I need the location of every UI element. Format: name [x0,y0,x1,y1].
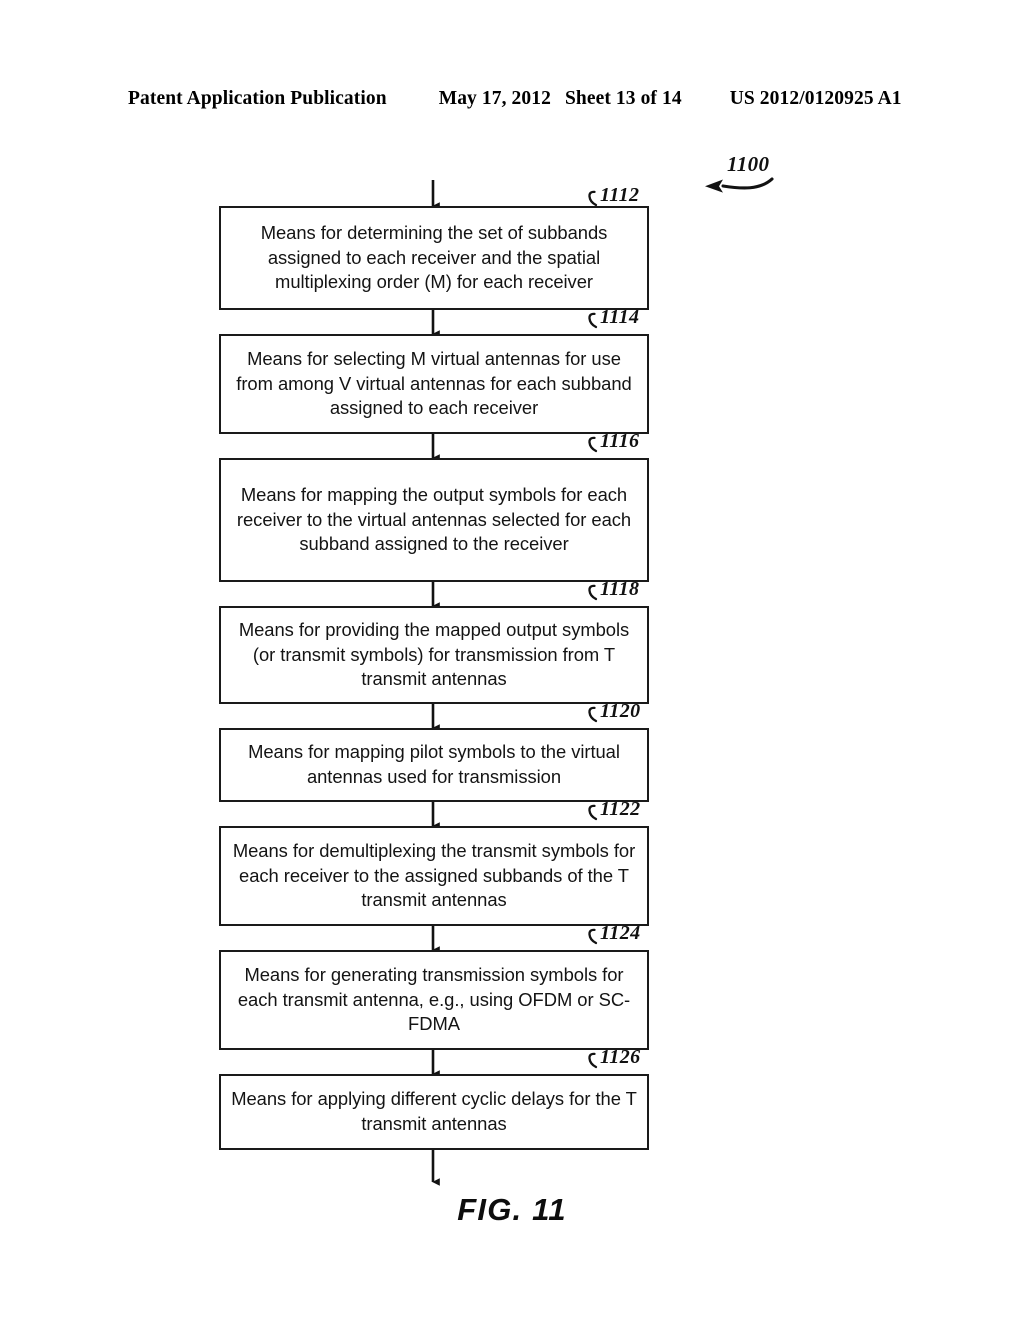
flow-step-1120[interactable]: Means for mapping pilot symbols to the v… [219,728,649,802]
flow-step-1124[interactable]: Means for generating transmission symbol… [219,950,649,1050]
ref-numeral-1118: 1118 [600,578,640,600]
flow-step-1114[interactable]: Means for selecting M virtual antennas f… [219,334,649,434]
flowchart-1100: Means for determining the set of subband… [0,0,1024,1320]
ref-numeral-1116: 1116 [600,430,640,452]
flow-step-1126-text: Means for applying different cyclic dela… [231,1088,637,1134]
flow-step-1124-text: Means for generating transmission symbol… [237,964,631,1035]
flow-step-1118[interactable]: Means for providing the mapped output sy… [219,606,649,704]
ref-numeral-1124: 1124 [600,922,641,944]
figure-reference-leader [705,177,774,193]
flow-step-1120-text: Means for mapping pilot symbols to the v… [248,741,620,787]
flow-step-1116-text: Means for mapping the output symbols for… [236,484,632,555]
ref-numeral-1114: 1114 [600,306,640,328]
flow-step-1116[interactable]: Means for mapping the output symbols for… [219,458,649,582]
flow-step-1112[interactable]: Means for determining the set of subband… [219,206,649,310]
ref-numeral-1122: 1122 [600,798,641,820]
figure-caption: FIG. 11 [457,1192,567,1227]
flow-step-1112-text: Means for determining the set of subband… [260,222,608,293]
ref-numeral-1120: 1120 [600,700,641,722]
flow-step-1118-text: Means for providing the mapped output sy… [238,619,630,690]
flow-step-1122[interactable]: Means for demultiplexing the transmit sy… [219,826,649,926]
flow-step-1126[interactable]: Means for applying different cyclic dela… [219,1074,649,1150]
flow-step-1114-text: Means for selecting M virtual antennas f… [236,348,632,419]
ref-numeral-1112: 1112 [600,184,640,206]
ref-numeral-1126: 1126 [600,1046,641,1068]
flow-step-1122-text: Means for demultiplexing the transmit sy… [232,840,636,911]
figure-reference-1100: 1100 [727,152,770,176]
